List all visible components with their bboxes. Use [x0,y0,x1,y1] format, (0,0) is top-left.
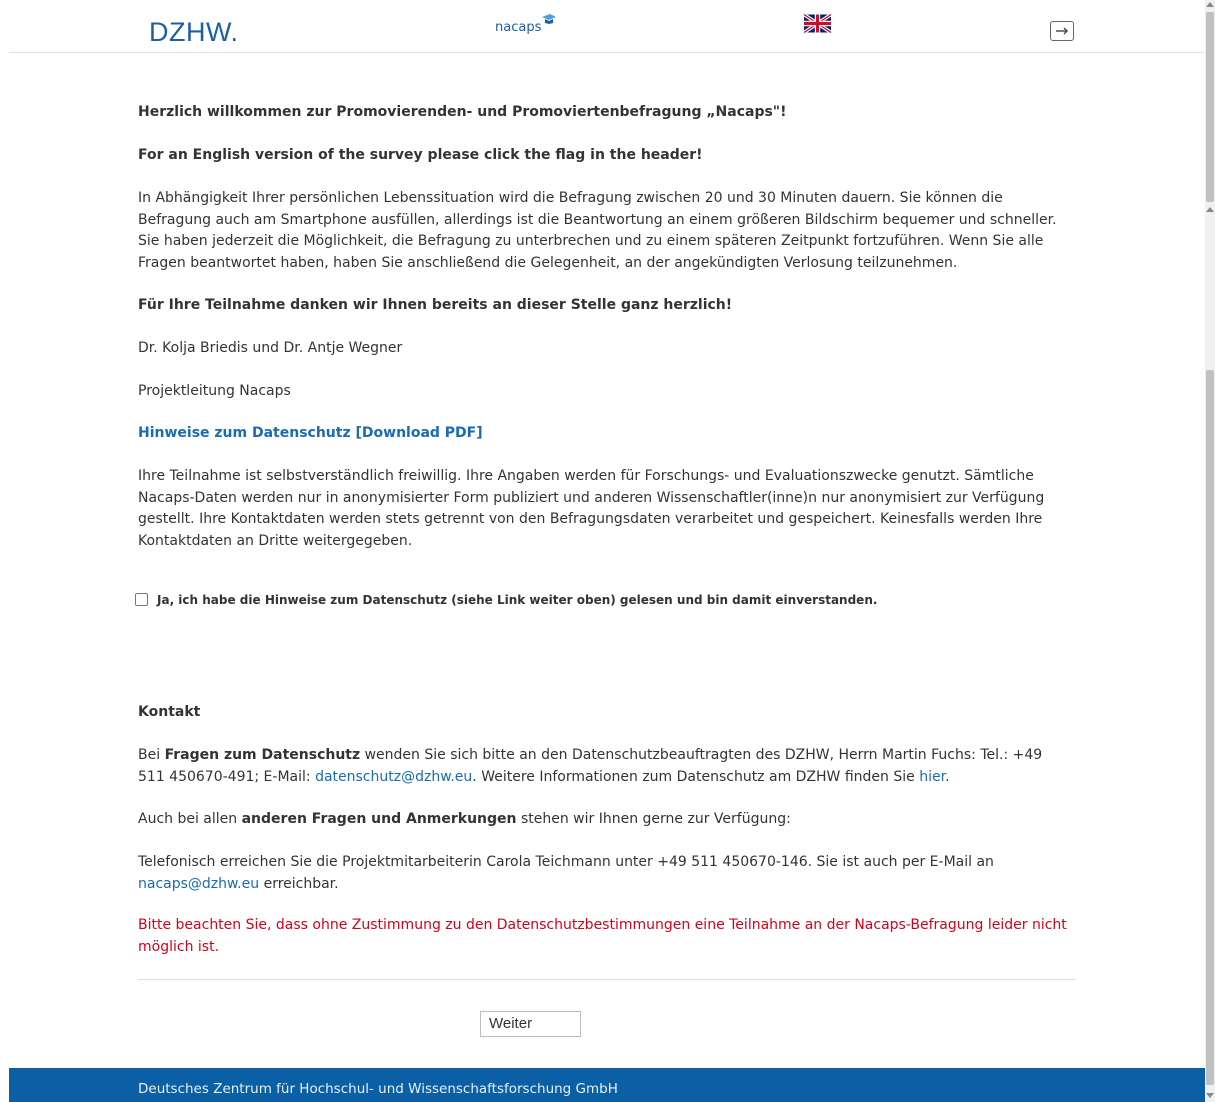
vertical-scrollbar[interactable] [1205,0,1215,1102]
privacy-email-link[interactable]: datenschutz@dzhw.eu [315,769,472,785]
dzhw-logo: DZHW. [149,17,239,47]
other-questions-paragraph: Auch bei allen anderen Fragen und Anmerk… [138,809,791,831]
welcome-title: Herzlich willkommen zur Promovierenden- … [138,104,787,120]
ds-end: . [945,768,950,785]
scroll-down-arrow-icon[interactable] [1206,1093,1214,1098]
voluntary-paragraph: Ihre Teilnahme ist selbstverständlich fr… [138,468,1045,549]
header: DZHW. nacaps [9,0,1205,53]
consent-label[interactable]: Ja, ich habe die Hinweise zum Datenschut… [157,593,877,607]
phone-contact-paragraph: Telefonisch erreichen Sie die Projektmit… [138,852,1073,895]
next-button[interactable]: Weiter [480,1011,581,1037]
footer-text: Deutsches Zentrum für Hochschul- und Wis… [138,1081,618,1097]
privacy-pdf-link[interactable]: Hinweise zum Datenschutz [Download PDF] [138,425,483,441]
survey-page: DZHW. nacaps Herzlich willkommen zur Pro… [9,0,1205,1102]
uk-flag-icon[interactable] [803,13,832,34]
footer: Deutsches Zentrum für Hochschul- und Wis… [9,1068,1205,1102]
project-role: Projektleitung Nacaps [138,383,291,399]
uk-flag-graphic [803,13,832,34]
phone-end: erreichbar. [259,875,339,892]
english-notice: For an English version of the survey ple… [138,147,703,163]
scroll-thumb[interactable] [1206,12,1214,202]
ds-bold: Fragen zum Datenschutz [164,747,361,763]
nacaps-email-link[interactable]: nacaps@dzhw.eu [138,876,259,892]
logout-icon [1056,27,1068,35]
logout-button[interactable] [1050,21,1074,41]
consent-warning: Bitte beachten Sie, dass ohne Zustimmung… [138,917,1067,955]
ds-text2: . Weitere Informationen zum Datenschutz … [472,768,920,785]
privacy-info-link[interactable]: hier [919,769,945,785]
consent-row[interactable]: Ja, ich habe die Hinweise zum Datenschut… [135,591,877,609]
phone-text: Telefonisch erreichen Sie die Projektmit… [138,854,994,870]
divider [138,979,1076,980]
ds-prefix: Bei [138,747,165,763]
scroll-up-arrow-icon[interactable] [1206,2,1214,7]
nacaps-logo-text: nacaps [495,20,542,35]
scroll-track-segment[interactable] [1206,370,1214,1085]
nacaps-cap-icon [542,14,556,24]
intro-paragraph: In Abhängigkeit Ihrer persönlichen Leben… [138,190,1057,271]
project-leaders: Dr. Kolja Briedis und Dr. Antje Wegner [138,340,403,356]
other-text: stehen wir Ihnen gerne zur Verfügung: [516,811,791,827]
nacaps-logo: nacaps [495,14,556,39]
other-bold: anderen Fragen und Anmerkungen [241,811,517,827]
contact-heading: Kontakt [138,704,201,720]
privacy-contact-paragraph: Bei Fragen zum Datenschutz wenden Sie si… [138,745,1073,788]
thanks-paragraph: Für Ihre Teilnahme danken wir Ihnen bere… [138,297,733,313]
scroll-marker-icon [1206,207,1214,212]
consent-checkbox[interactable] [135,593,148,606]
other-prefix: Auch bei allen [138,811,242,827]
